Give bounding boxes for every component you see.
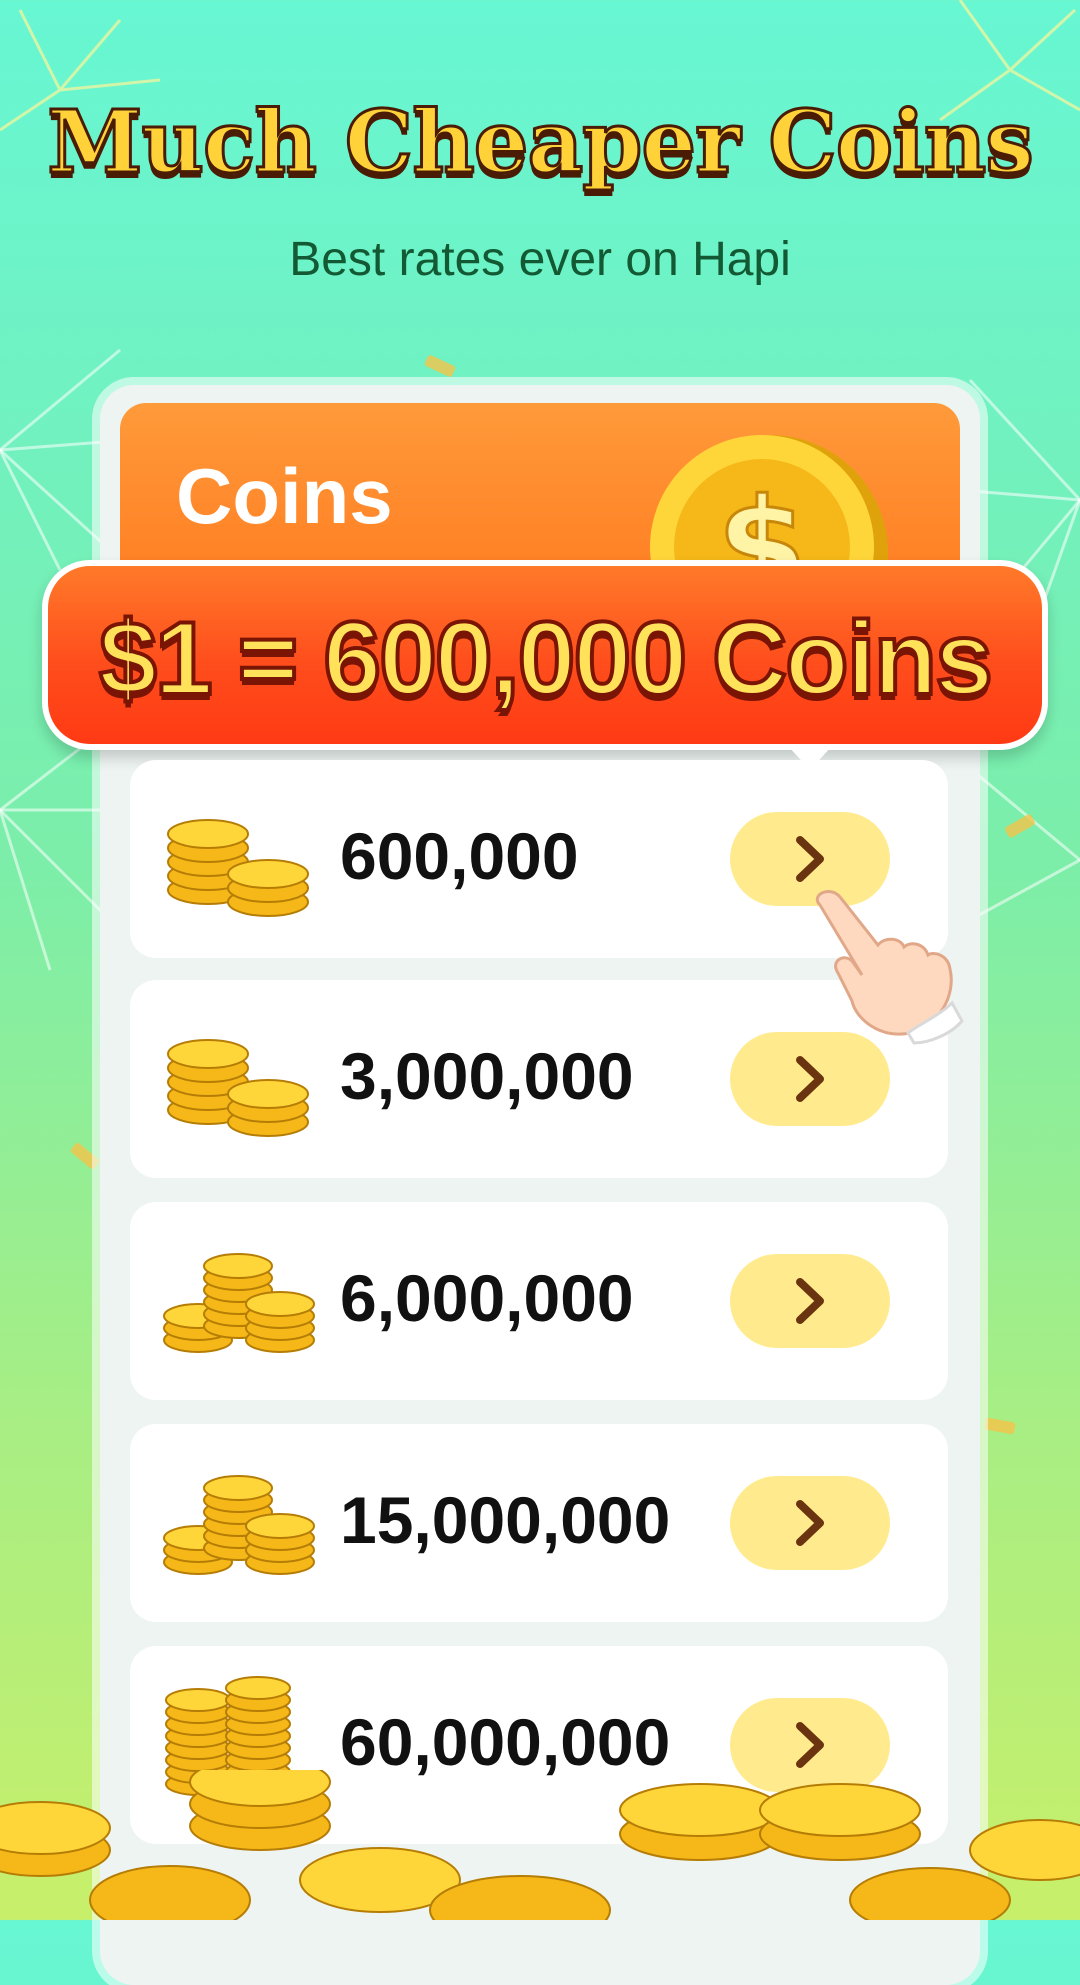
package-amount: 600,000 — [340, 819, 579, 893]
chevron-right-icon — [796, 1500, 824, 1546]
buy-button[interactable] — [730, 1476, 890, 1570]
page-subtitle: Best rates ever on Hapi — [289, 233, 791, 286]
coin-pile-decoration — [0, 1770, 1080, 1920]
pointing-hand-icon — [816, 890, 964, 1045]
package-row[interactable]: 15,000,000 — [130, 1424, 948, 1622]
chevron-right-icon — [796, 1722, 824, 1768]
coin-stack-small-icon — [167, 1039, 309, 1137]
package-row[interactable]: 6,000,000 — [130, 1202, 948, 1400]
confetti-piece — [423, 354, 457, 378]
chevron-right-icon — [796, 1056, 824, 1102]
confetti-piece — [69, 1141, 101, 1171]
chevron-right-icon — [796, 1278, 824, 1324]
coin-pile-medium-icon — [163, 1475, 315, 1575]
package-amount: 60,000,000 — [340, 1705, 671, 1779]
coins-header-label: Coins — [176, 452, 393, 540]
coin-pile-medium-icon — [163, 1253, 315, 1353]
confetti-piece — [1004, 813, 1036, 839]
rate-banner-text: $1 = 600,000 Coins — [97, 599, 995, 719]
package-amount: 15,000,000 — [340, 1483, 671, 1557]
rate-banner: $1 = 600,000 Coins — [42, 560, 1048, 770]
coin-stack-small-icon — [167, 819, 309, 917]
confetti-piece — [984, 1417, 1016, 1435]
buy-button[interactable] — [730, 1254, 890, 1348]
buy-button[interactable] — [730, 1032, 890, 1126]
page-title: Much Cheaper Coins — [46, 91, 1036, 195]
chevron-right-icon — [796, 836, 824, 882]
package-amount: 6,000,000 — [340, 1261, 634, 1335]
package-amount: 3,000,000 — [340, 1039, 634, 1113]
